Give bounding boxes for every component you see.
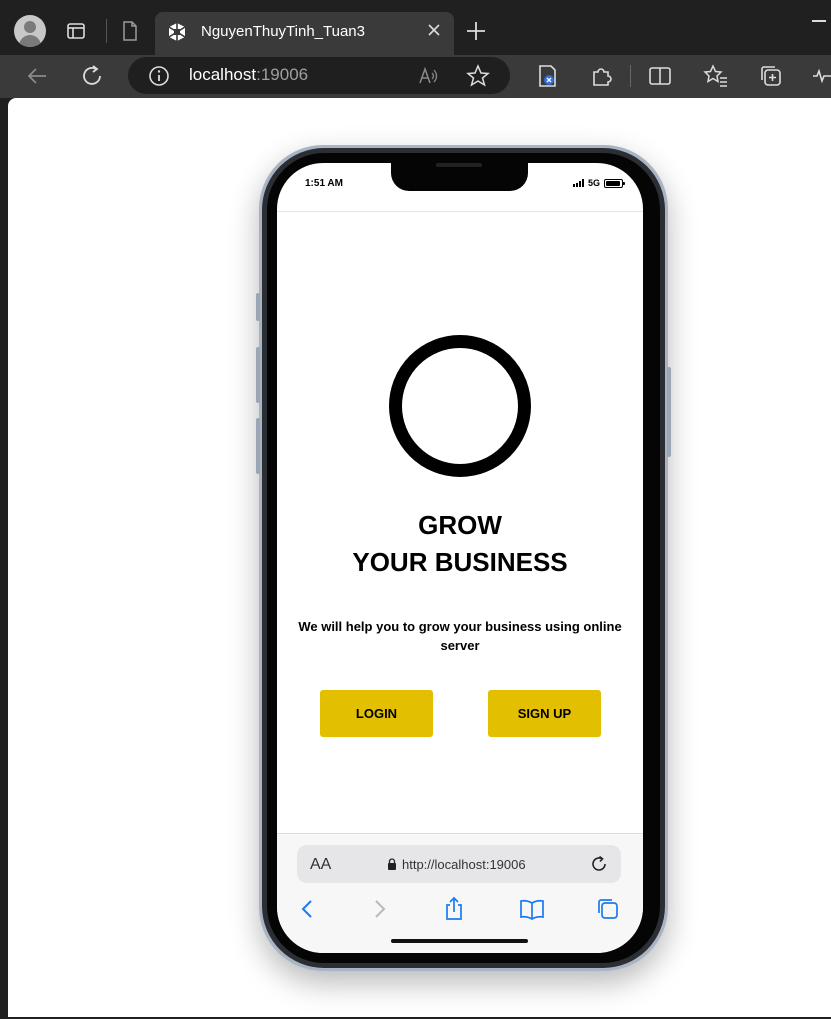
safari-back-icon[interactable] — [295, 896, 321, 922]
speaker — [436, 163, 482, 167]
notch — [391, 163, 528, 191]
tabs-icon[interactable] — [595, 896, 621, 922]
url-text: localhost:19006 — [189, 65, 308, 85]
favorite-star-icon[interactable] — [466, 64, 490, 88]
tab-bar: NguyenThuyTinh_Tuan3 — [0, 0, 831, 55]
phone-screen: 1:51 AM 5G GROW YOUR BUSINESS We will he… — [277, 163, 643, 953]
volume-up-button — [256, 347, 260, 403]
battery-icon — [604, 178, 625, 188]
login-button[interactable]: LOGIN — [320, 690, 433, 737]
tab-separator — [106, 19, 107, 43]
active-tab[interactable]: NguyenThuyTinh_Tuan3 — [155, 12, 454, 55]
close-icon[interactable] — [427, 23, 441, 37]
safari-forward-icon[interactable] — [366, 896, 392, 922]
reload-icon[interactable] — [589, 854, 609, 874]
share-icon[interactable] — [441, 896, 467, 922]
page-viewport: 1:51 AM 5G GROW YOUR BUSINESS We will he… — [8, 98, 831, 1017]
lock-icon — [388, 858, 396, 870]
battery-fill — [606, 180, 621, 186]
power-button — [667, 367, 671, 457]
browser-essentials-icon[interactable] — [812, 63, 831, 89]
collections-icon[interactable] — [758, 63, 784, 89]
subtext: We will help you to grow your business u… — [298, 619, 622, 653]
safari-bottom-bar: AA http://localhost:19006 — [277, 833, 643, 953]
volume-down-button — [256, 418, 260, 474]
network-type: 5G — [587, 178, 600, 188]
tab-title: NguyenThuyTinh_Tuan3 — [201, 23, 365, 40]
address-bar[interactable]: localhost:19006 — [128, 57, 510, 94]
status-indicators: 5G — [572, 177, 625, 189]
avatar-body — [19, 35, 41, 47]
tracking-prevention-icon[interactable] — [534, 63, 560, 89]
safari-url: http://localhost:19006 — [402, 857, 526, 872]
headline-line-2: YOUR BUSINESS — [352, 547, 568, 577]
headline: GROW YOUR BUSINESS — [277, 507, 643, 581]
toolbar-separator — [630, 65, 631, 87]
avatar-head — [24, 21, 36, 33]
minimize-button[interactable] — [812, 20, 826, 22]
favorites-icon[interactable] — [703, 63, 729, 89]
text-size-button[interactable]: AA — [310, 856, 331, 874]
mute-switch — [256, 293, 260, 321]
refresh-icon[interactable] — [79, 63, 105, 89]
url-port: :19006 — [256, 65, 309, 84]
page-icon[interactable] — [120, 20, 140, 42]
safari-address-field[interactable]: AA http://localhost:19006 — [297, 845, 621, 883]
phone-frame: 1:51 AM 5G GROW YOUR BUSINESS We will he… — [256, 145, 671, 971]
logo-circle — [389, 335, 531, 477]
back-arrow-icon[interactable] — [24, 63, 50, 89]
bookmarks-icon[interactable] — [519, 896, 545, 922]
profile-avatar[interactable] — [14, 15, 46, 47]
signal-icon — [572, 179, 584, 187]
read-aloud-icon[interactable] — [417, 65, 439, 87]
status-divider — [277, 211, 643, 212]
home-indicator — [391, 939, 528, 943]
url-host: localhost — [189, 65, 257, 84]
extensions-icon[interactable] — [588, 63, 614, 89]
tab-actions-icon[interactable] — [66, 21, 86, 41]
split-screen-icon[interactable] — [647, 63, 673, 89]
headline-line-1: GROW — [418, 510, 502, 540]
status-time: 1:51 AM — [305, 178, 343, 189]
signup-button[interactable]: SIGN UP — [488, 690, 601, 737]
new-tab-icon[interactable] — [465, 20, 487, 42]
browser-toolbar: localhost:19006 — [0, 55, 831, 98]
info-icon[interactable] — [148, 65, 170, 87]
expo-favicon-icon — [168, 23, 186, 41]
